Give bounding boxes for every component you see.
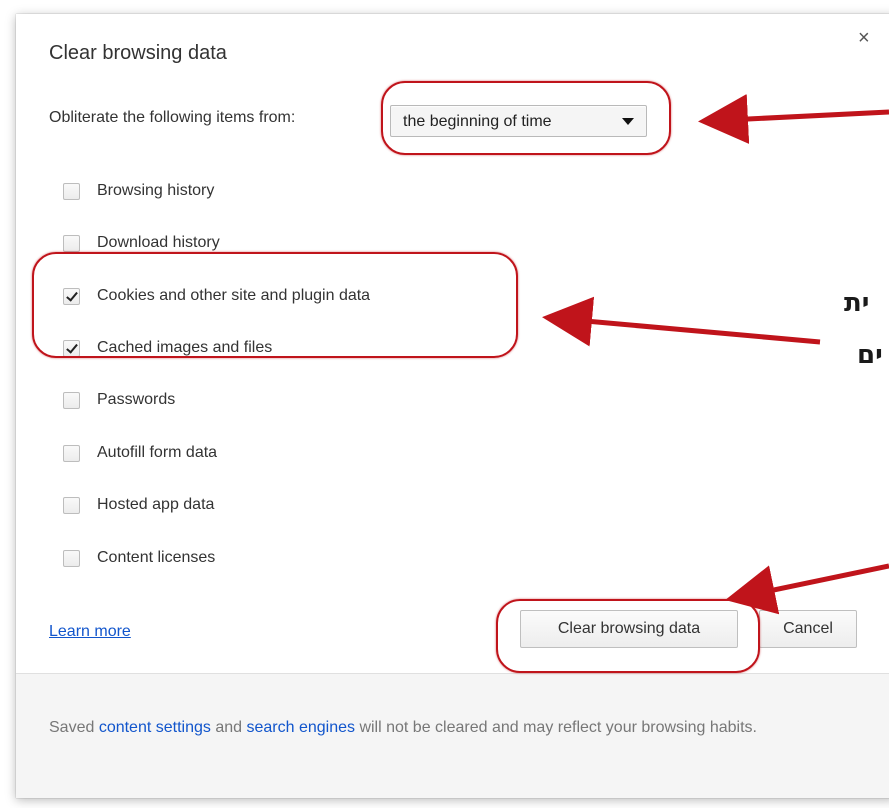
footer-note: Saved content settings and search engine… xyxy=(49,712,849,744)
checkbox-option[interactable]: Download history xyxy=(63,232,220,254)
checkbox-option[interactable]: Hosted app data xyxy=(63,494,214,516)
cancel-button[interactable]: Cancel xyxy=(759,610,857,648)
checkbox-unchecked[interactable] xyxy=(63,391,80,409)
footer-text-prefix: Saved xyxy=(49,719,99,736)
checkbox-unchecked[interactable] xyxy=(63,444,80,462)
checkbox-option[interactable]: Passwords xyxy=(63,389,175,411)
annotation-oval-checked-items xyxy=(32,252,518,358)
dialog-title: Clear browsing data xyxy=(49,42,227,64)
checkbox-option[interactable]: Autofill form data xyxy=(63,442,217,464)
learn-more-link[interactable]: Learn more xyxy=(49,623,131,641)
annotation-oval-dropdown xyxy=(381,81,671,155)
footer-text-suffix: will not be cleared and may reflect your… xyxy=(355,719,757,736)
search-engines-link[interactable]: search engines xyxy=(246,719,355,736)
checkbox-label: Content licenses xyxy=(97,549,216,566)
checkbox-unchecked[interactable] xyxy=(63,234,80,252)
dialog-footer: Saved content settings and search engine… xyxy=(16,673,889,798)
footer-text-middle: and xyxy=(210,719,247,736)
checkbox-option[interactable]: Browsing history xyxy=(63,180,214,202)
checkbox-unchecked[interactable] xyxy=(63,496,80,514)
content-settings-link[interactable]: content settings xyxy=(99,719,211,736)
checkbox-label: Download history xyxy=(97,234,220,251)
hebrew-annotation-line2: ים xyxy=(857,340,883,370)
checkbox-label: Hosted app data xyxy=(97,496,215,513)
checkbox-unchecked[interactable] xyxy=(63,182,80,200)
time-period-label: Obliterate the following items from: xyxy=(49,109,296,126)
checkbox-option[interactable]: Content licenses xyxy=(63,547,215,569)
hebrew-annotation-line1: ית xyxy=(844,288,870,318)
checkbox-label: Autofill form data xyxy=(97,444,218,461)
checkbox-label: Passwords xyxy=(97,391,176,408)
screenshot: Clear browsing data × Obliterate the fol… xyxy=(0,0,889,808)
checkbox-label: Browsing history xyxy=(97,182,215,199)
checkbox-unchecked[interactable] xyxy=(63,549,80,567)
annotation-oval-clear-button xyxy=(496,599,760,673)
close-icon[interactable]: × xyxy=(858,28,870,48)
